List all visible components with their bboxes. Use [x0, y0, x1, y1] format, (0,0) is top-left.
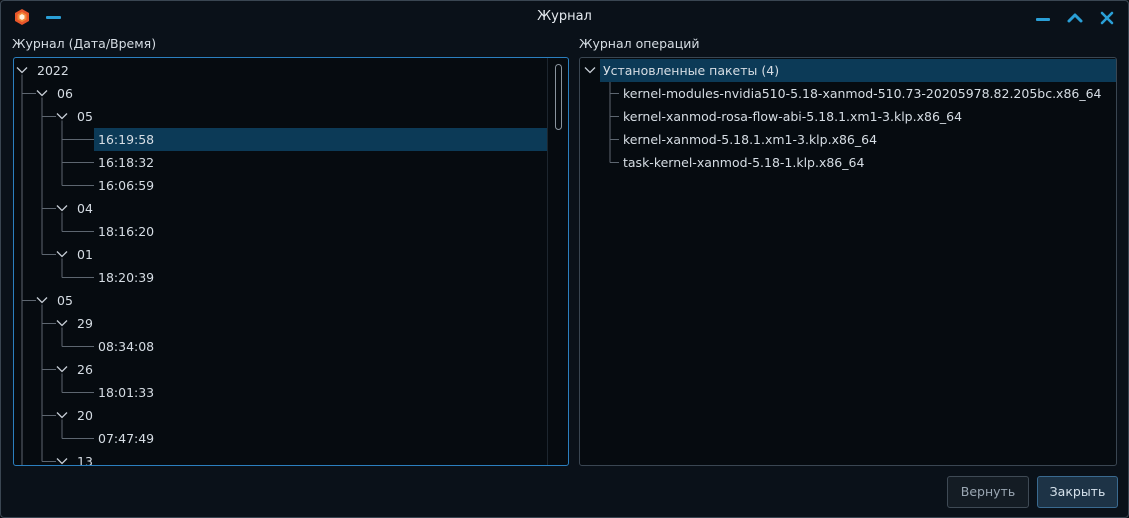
history-entry[interactable]: 07:47:49: [14, 427, 547, 450]
tree-node[interactable]: 04: [14, 197, 547, 220]
tree-node-label: 04: [77, 201, 93, 216]
tree-node[interactable]: 26: [14, 358, 547, 381]
tree-node-label: 07:47:49: [98, 431, 155, 446]
history-pane-label: Журнал (Дата/Время): [12, 36, 157, 51]
title-bar[interactable]: Журнал: [1, 1, 1128, 33]
history-entry[interactable]: 16:19:58: [94, 128, 547, 151]
tree-node-label: 2022: [37, 63, 69, 78]
tree-node-label: 16:06:59: [98, 178, 155, 193]
history-entry[interactable]: 18:20:39: [14, 266, 547, 289]
tree-node-label: 08:34:08: [98, 339, 155, 354]
tree-node[interactable]: 01: [14, 243, 547, 266]
package-name: kernel-xanmod-5.18.1.xm1-3.klp.x86_64: [623, 132, 878, 147]
chevron-down-icon[interactable]: [584, 67, 596, 74]
journal-window: Журнал Журнал (Дата/Время) Журнал операц…: [0, 0, 1129, 518]
package-name: task-kernel-xanmod-5.18-1.klp.x86_64: [623, 155, 865, 170]
history-entry[interactable]: 08:34:08: [14, 335, 547, 358]
tree-node-label: 05: [57, 293, 73, 308]
operations-pane-label: Журнал операций: [579, 36, 700, 51]
tree-node-label: 16:19:58: [98, 132, 155, 147]
history-entry[interactable]: 16:18:32: [14, 151, 547, 174]
tree-node[interactable]: 06: [14, 82, 547, 105]
tree-node-label: 18:20:39: [98, 270, 155, 285]
minimize-button[interactable]: [1034, 9, 1052, 27]
package-item[interactable]: kernel-xanmod-5.18.1.xm1-3.klp.x86_64: [580, 128, 1116, 151]
revert-button[interactable]: Вернуть: [947, 476, 1029, 508]
history-entry[interactable]: 18:01:33: [14, 381, 547, 404]
tree-node-label: 01: [77, 247, 93, 262]
close-button[interactable]: Закрыть: [1037, 476, 1118, 508]
tree-node[interactable]: 29: [14, 312, 547, 335]
history-scrollbar[interactable]: [547, 58, 568, 465]
history-entry[interactable]: 18:16:20: [14, 220, 547, 243]
tree-node-label: 18:16:20: [98, 224, 155, 239]
package-group-label: Установленные пакеты (4): [603, 63, 780, 78]
tree-node-label: 18:01:33: [98, 385, 155, 400]
history-entry[interactable]: 16:06:59: [14, 174, 547, 197]
scrollbar-thumb[interactable]: [555, 64, 562, 130]
window-title: Журнал: [537, 9, 592, 24]
tree-node-label: 20: [77, 408, 93, 423]
tree-node[interactable]: 05: [14, 105, 547, 128]
tree-node[interactable]: 05: [14, 289, 547, 312]
package-item[interactable]: kernel-modules-nvidia510-5.18-xanmod-510…: [580, 82, 1116, 105]
package-name: kernel-xanmod-rosa-flow-abi-5.18.1.xm1-3…: [623, 109, 963, 124]
tree-node-label: 16:18:32: [98, 155, 155, 170]
package-group-node[interactable]: Установленные пакеты (4): [600, 59, 1116, 82]
package-item[interactable]: kernel-xanmod-rosa-flow-abi-5.18.1.xm1-3…: [580, 105, 1116, 128]
tree-node[interactable]: 20: [14, 404, 547, 427]
tree-node-label: 29: [77, 316, 93, 331]
package-name: kernel-modules-nvidia510-5.18-xanmod-510…: [623, 86, 1102, 101]
tree-node[interactable]: 2022: [14, 59, 547, 82]
tree-node-label: 13: [77, 454, 93, 466]
operations-tree[interactable]: Установленные пакеты (4) kernel-modules-n…: [579, 57, 1117, 466]
tree-node-label: 26: [77, 362, 93, 377]
package-item[interactable]: task-kernel-xanmod-5.18-1.klp.x86_64: [580, 151, 1116, 174]
tree-node-label: 05: [77, 109, 93, 124]
close-window-button[interactable]: [1098, 9, 1116, 27]
history-tree[interactable]: 2022 06 05 16:19:58 16:18:32 16:06:59 04 18:16:…: [13, 57, 569, 466]
tree-node-label: 06: [57, 86, 73, 101]
maximize-button[interactable]: [1066, 9, 1084, 27]
tree-node[interactable]: 13: [14, 450, 547, 466]
